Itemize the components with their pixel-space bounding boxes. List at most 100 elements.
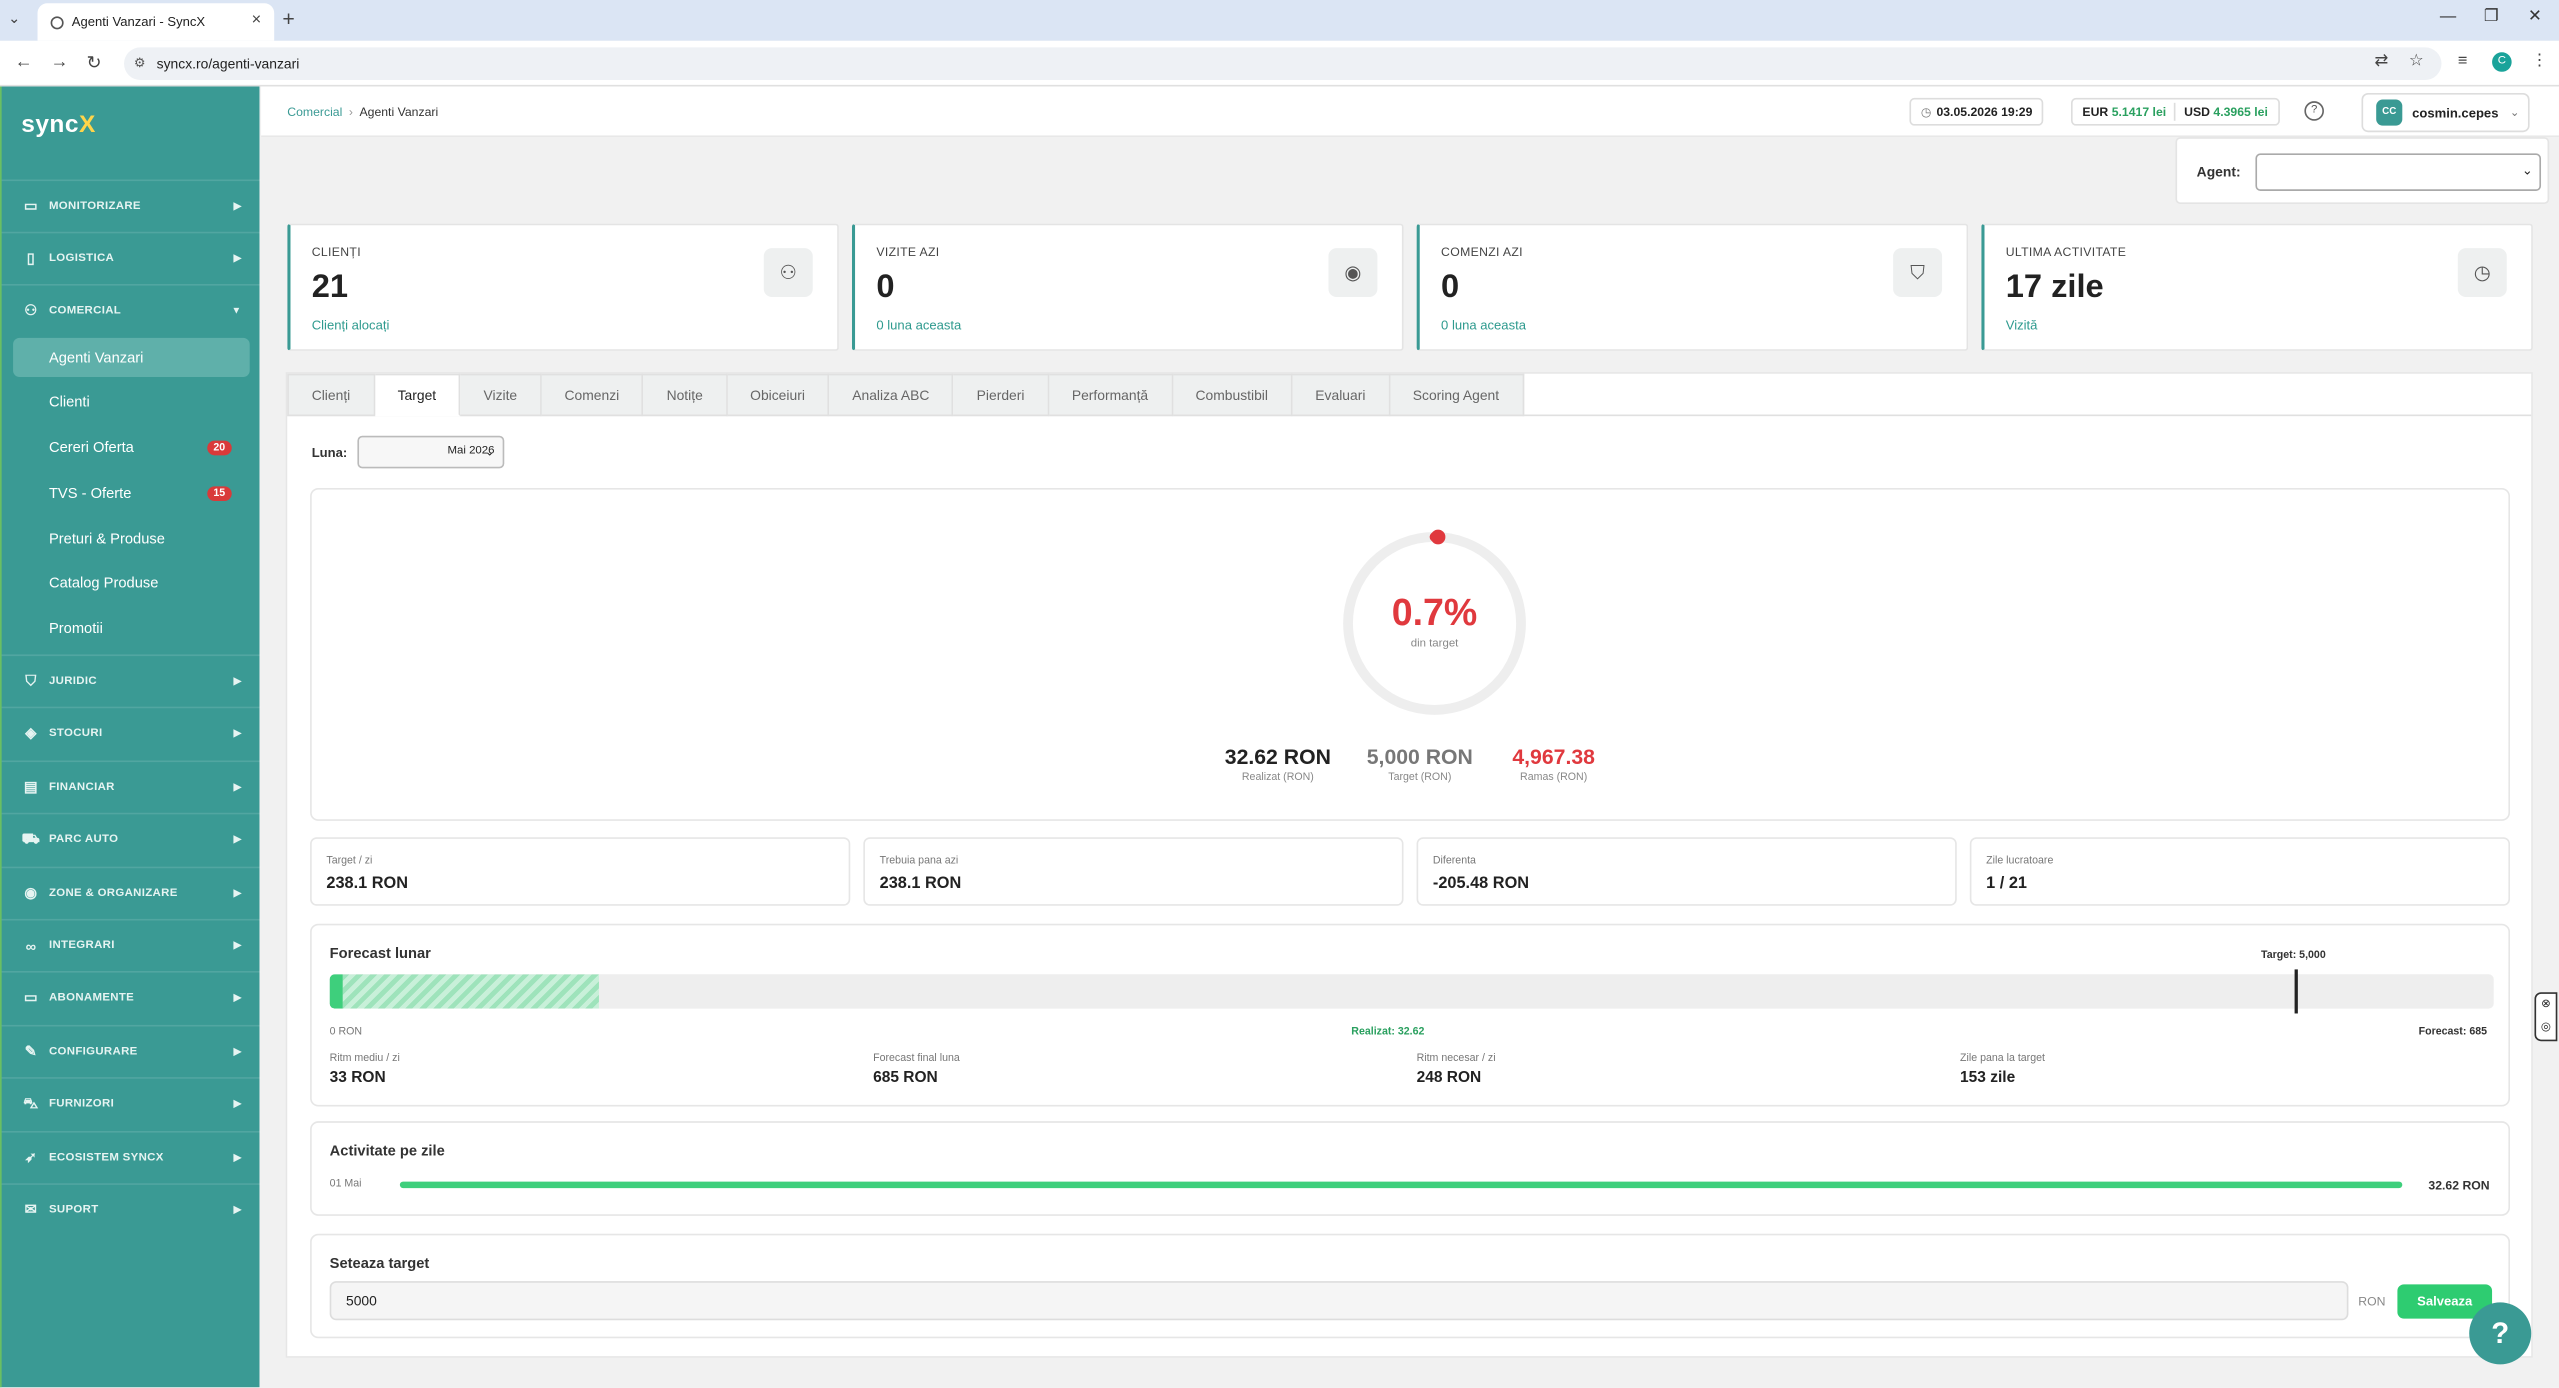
user-name: cosmin.cepes <box>2412 105 2499 120</box>
breadcrumb: Comercial › Agenti Vanzari <box>287 104 439 120</box>
location-pin-icon: ◉ <box>1328 248 1378 298</box>
sidebar-section-logistica[interactable]: ▯ LOGISTICA ▶ <box>1 231 262 284</box>
cart-icon: ⛍ <box>23 1094 39 1111</box>
link-icon: ∞ <box>25 937 37 954</box>
shopping-bag-icon: ⛉ <box>1893 248 1943 298</box>
sidebar-item-catalog-produse[interactable]: Catalog Produse <box>13 563 250 602</box>
forecast-ritm-mediu: Ritm mediu / zi 33 RON <box>329 1052 400 1087</box>
minimize-icon[interactable]: — <box>2440 8 2456 26</box>
tab-performanta[interactable]: Performanță <box>1048 373 1173 417</box>
monitor-icon: ▭ <box>23 197 39 214</box>
new-tab-icon[interactable]: + <box>282 7 294 31</box>
browser-menu-icon[interactable]: ⋮ <box>2531 52 2547 70</box>
tab-target[interactable]: Target <box>374 373 461 417</box>
target-percent: 0.7% <box>1391 590 1478 634</box>
tab-combustibil[interactable]: Combustibil <box>1172 373 1293 417</box>
favicon-icon <box>50 15 64 29</box>
sidebar-item-clienti[interactable]: Clienti <box>13 382 250 421</box>
sidebar-item-agenti-vanzari[interactable]: Agenti Vanzari <box>13 337 250 377</box>
sidebar-section-stocuri[interactable]: ◈ STOCURI ▶ <box>1 706 262 759</box>
close-window-icon[interactable]: ✕ <box>2528 8 2542 26</box>
chevron-right-icon: ▶ <box>233 729 242 740</box>
ramas-total: 4,967.38 Ramas (RON) <box>1512 744 1595 784</box>
sidebar-section-furnizori[interactable]: ⛍ FURNIZORI ▶ <box>1 1077 262 1129</box>
sidebar-item-promotii[interactable]: Promotii <box>13 609 250 648</box>
sidebar-section-monitorizare[interactable]: ▭ MONITORIZARE ▶ <box>1 179 262 232</box>
wrench-icon: ✎ <box>24 1042 38 1060</box>
tab-vizite[interactable]: Vizite <box>460 373 542 417</box>
target-total: 5,000 RON Target (RON) <box>1366 744 1473 784</box>
reload-icon[interactable]: ↻ <box>86 52 101 74</box>
tab-notite[interactable]: Notițe <box>643 373 728 417</box>
back-icon[interactable]: ← <box>15 52 33 72</box>
month-select[interactable]: ⌄ Mai 2026 <box>357 435 505 469</box>
help-chat-button[interactable]: ? <box>2469 1302 2532 1365</box>
chevron-right-icon: ▶ <box>233 835 242 846</box>
tab-clienti[interactable]: Clienți <box>287 373 375 417</box>
chevron-right-icon: ▶ <box>233 941 242 952</box>
tab-search-icon[interactable]: ⌄ <box>8 10 20 28</box>
sidebar-section-parc-auto[interactable]: ⛟ PARC AUTO ▶ <box>1 812 262 865</box>
stat-card-clienti: CLIENȚI 21 Clienți alocați ⚇ <box>287 223 839 351</box>
tab-comenzi[interactable]: Comenzi <box>541 373 644 417</box>
help-icon[interactable]: ? <box>2304 101 2324 121</box>
tab-analiza-abc[interactable]: Analiza ABC <box>829 373 954 417</box>
chevron-down-icon: ⌄ <box>2521 163 2533 178</box>
sidebar-item-preturi-produse[interactable]: Preturi & Produse <box>13 519 250 558</box>
target-percent-label: din target <box>1410 638 1459 650</box>
side-widget-icon[interactable]: ⊗ ◎ <box>2534 992 2558 1042</box>
tab-pierderi[interactable]: Pierderi <box>953 373 1049 417</box>
profile-avatar[interactable]: C <box>2492 52 2512 72</box>
sidebar-item-tvs-oferte[interactable]: TVS - Oferte 15 <box>13 473 250 512</box>
count-badge: 15 <box>206 485 232 501</box>
sidebar-section-suport[interactable]: ✉ SUPORT ▶ <box>1 1183 262 1235</box>
layers-icon: ◈ <box>25 724 37 741</box>
chevron-right-icon: ▶ <box>233 254 242 265</box>
browser-tab[interactable]: Agenti Vanzari - SyncX × <box>37 3 275 41</box>
sidebar-item-cereri-oferta[interactable]: Cereri Oferta 20 <box>13 428 250 467</box>
agent-select[interactable]: ⌄ <box>2255 153 2542 191</box>
target-marker-label: Target: 5,000 <box>2261 949 2326 962</box>
bookmark-star-icon[interactable]: ☆ <box>2409 52 2424 70</box>
sidebar-section-ecosistem-syncx[interactable]: ➶ ECOSISTEM SYNCX ▶ <box>1 1130 262 1183</box>
sidebar-section-abonamente[interactable]: ▭ ABONAMENTE ▶ <box>1 971 262 1023</box>
syncx-logo[interactable]: syncX <box>21 111 96 139</box>
stat-card-comenzi-azi: COMENZI AZI 0 0 luna aceasta ⛉ <box>1416 223 1969 351</box>
breadcrumb-comercial[interactable]: Comercial <box>287 104 342 119</box>
url-bar[interactable]: ⚙ syncx.ro/agenti-vanzari <box>124 47 2442 80</box>
target-marker <box>2295 969 2299 1014</box>
tab-obiceiuri[interactable]: Obiceiuri <box>727 373 830 417</box>
chevron-right-icon: ▶ <box>233 677 242 688</box>
media-icon[interactable]: ≡ <box>2458 52 2468 70</box>
user-menu[interactable]: CC cosmin.cepes ⌄ <box>2361 93 2530 133</box>
forecast-marker-label: Forecast: 685 <box>2418 1026 2488 1038</box>
close-tab-icon[interactable]: × <box>252 11 262 29</box>
chevron-right-icon: ▶ <box>233 1206 242 1216</box>
sidebar-section-zone-organizare[interactable]: ◉ ZONE & ORGANIZARE ▶ <box>1 866 262 919</box>
chevron-right-icon: ▶ <box>233 1153 242 1164</box>
tab-scoring-agent[interactable]: Scoring Agent <box>1389 373 1524 417</box>
forward-icon[interactable]: → <box>51 52 69 72</box>
breadcrumb-current: Agenti Vanzari <box>359 104 439 120</box>
forecast-bar <box>329 974 2494 1009</box>
progress-dot <box>1430 529 1446 545</box>
tab-evaluari[interactable]: Evaluari <box>1292 373 1390 417</box>
sidebar-section-financiar[interactable]: ▤ FINANCIAR ▶ <box>1 760 262 813</box>
chevron-right-icon: ▶ <box>233 202 242 213</box>
restore-icon[interactable]: ❐ <box>2484 8 2499 26</box>
mail-icon: ✉ <box>24 1201 38 1218</box>
browser-tab-title: Agenti Vanzari - SyncX <box>71 14 206 30</box>
translate-icon[interactable]: ⇄ <box>2375 52 2389 70</box>
avatar: CC <box>2376 99 2403 126</box>
sidebar-section-comercial[interactable]: ⚇ COMERCIAL ▼ <box>1 283 262 336</box>
sidebar-section-juridic[interactable]: ⛉ JURIDIC ▶ <box>1 654 262 706</box>
site-info-icon[interactable]: ⚙ <box>134 55 146 70</box>
activity-day-bar <box>399 1181 2403 1189</box>
sidebar-section-configurare[interactable]: ✎ CONFIGURARE ▶ <box>1 1024 262 1077</box>
agent-filter: Agent: ⌄ <box>2175 137 2550 204</box>
sidebar-section-integrari[interactable]: ∞ INTEGRARI ▶ <box>1 918 262 971</box>
realizat-marker-label: Realizat: 32.62 <box>1351 1026 1425 1038</box>
datetime-display: ◷ 03.05.2026 19:29 <box>1909 97 2044 126</box>
metric-zile-lucratoare: Zile lucratoare 1 / 21 <box>1969 837 2511 906</box>
target-input[interactable]: 5000 <box>329 1281 2349 1321</box>
